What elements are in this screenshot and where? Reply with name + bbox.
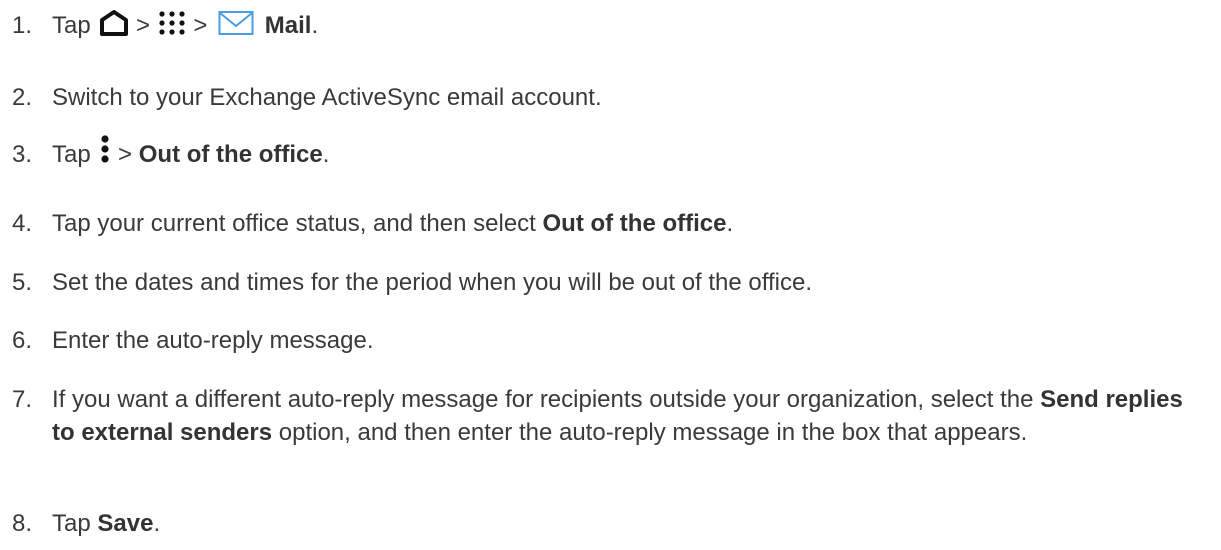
step-number: 3. xyxy=(12,141,33,168)
period: . xyxy=(322,141,330,168)
step-text-lead: If you want a different auto-reply messa… xyxy=(52,386,1041,413)
step-text: Tap > Out of the office. xyxy=(52,135,1211,171)
separator: > xyxy=(193,12,208,39)
step-8: 8. Tap Save. xyxy=(12,507,1211,540)
step-number: 4. xyxy=(12,210,33,237)
step-number: 1. xyxy=(12,12,33,39)
step-4: 4. Tap your current office status, and t… xyxy=(12,207,1211,240)
step-text-lead: Tap your current office status, and then… xyxy=(52,210,543,237)
more-vertical-icon xyxy=(99,135,111,165)
separator: > xyxy=(136,12,151,39)
step-text: Tap > > Mail. xyxy=(52,9,1211,42)
step-text: Tap Save. xyxy=(52,507,1211,540)
home-icon xyxy=(99,9,129,36)
save-label: Save xyxy=(97,510,154,537)
out-of-office-label: Out of the office xyxy=(542,210,727,237)
step-7: 7. If you want a different auto-reply me… xyxy=(12,383,1211,449)
step-text: Tap your current office status, and then… xyxy=(52,207,1211,240)
step-text: Switch to your Exchange ActiveSync email… xyxy=(52,84,602,111)
step-number: 2. xyxy=(12,84,33,111)
out-of-office-label: Out of the office xyxy=(138,141,323,168)
tap-label: Tap xyxy=(52,12,91,39)
step-1: 1. Tap > > Mail. xyxy=(12,9,1211,42)
step-number: 7. xyxy=(12,386,33,413)
step-text-tail: option, and then enter the auto-reply me… xyxy=(272,419,1028,446)
tap-label: Tap xyxy=(52,141,91,168)
separator: > xyxy=(118,141,133,168)
step-number: 5. xyxy=(12,269,33,296)
period: . xyxy=(726,210,734,237)
step-number: 8. xyxy=(12,510,33,537)
step-5: 5. Set the dates and times for the perio… xyxy=(12,266,1211,299)
step-number: 6. xyxy=(12,327,33,354)
step-2: 2. Switch to your Exchange ActiveSync em… xyxy=(12,81,1211,114)
mail-envelope-icon xyxy=(218,10,254,36)
step-text: Enter the auto-reply message. xyxy=(52,327,374,354)
period: . xyxy=(311,12,319,39)
instruction-steps: 1. Tap > > Mail. 2. Switch to your Excha… xyxy=(0,0,1221,550)
apps-grid-icon xyxy=(157,10,187,36)
mail-label: Mail xyxy=(264,12,312,39)
step-text: Set the dates and times for the period w… xyxy=(52,269,813,296)
step-6: 6. Enter the auto-reply message. xyxy=(12,324,1211,357)
tap-label: Tap xyxy=(52,510,98,537)
step-3: 3. Tap > Out of the office. xyxy=(12,135,1211,171)
step-text: If you want a different auto-reply messa… xyxy=(52,383,1211,449)
period: . xyxy=(153,510,161,537)
